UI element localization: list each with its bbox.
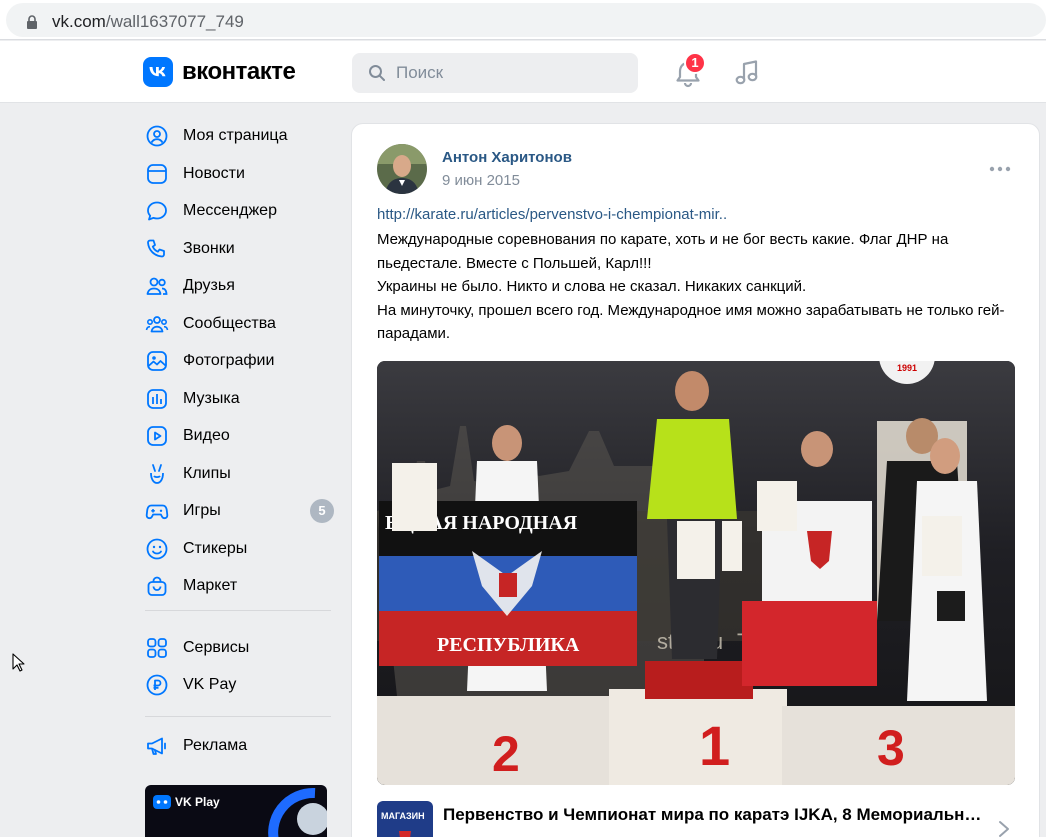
- avatar-image: [377, 144, 427, 194]
- podium-number-3: 3: [877, 720, 905, 776]
- post-text: Международные соревнования по карате, хо…: [377, 231, 1005, 342]
- post-date[interactable]: 9 июн 2015: [442, 172, 520, 189]
- author-avatar[interactable]: [377, 144, 427, 194]
- podium-number-1: 1: [699, 714, 730, 777]
- sidebar-item-label: Игры: [183, 502, 221, 519]
- sidebar-divider: [145, 610, 331, 611]
- url-path: /wall1637077_749: [105, 12, 244, 31]
- chevron-right-icon: [999, 821, 1009, 837]
- friends-icon: [146, 277, 168, 295]
- url-text: vk.com/wall1637077_749: [52, 12, 244, 32]
- photo-icon: [147, 351, 167, 371]
- sidebar-item-label: Фотографии: [183, 352, 275, 369]
- badge-year: 1991: [897, 363, 917, 373]
- sidebar-item-games[interactable]: Игры 5: [145, 493, 345, 527]
- promo-label: VK Play: [175, 795, 220, 809]
- promo-graphic: [268, 787, 327, 837]
- podium-number-2: 2: [492, 726, 520, 782]
- sidebar-item-services[interactable]: Сервисы: [145, 630, 345, 664]
- attachment-link[interactable]: МАГАЗИН Первенство и Чемпионат мира по к…: [377, 799, 1017, 837]
- games-count-badge: 5: [310, 499, 334, 523]
- phone-icon: [147, 239, 165, 258]
- services-icon: [147, 638, 167, 658]
- post-photo[interactable]: stanbu TU 1991 2 1 3 ЕЦКАЯ НАРОДНАЯ: [377, 361, 1015, 785]
- search-box[interactable]: [352, 53, 638, 93]
- attachment-thumb-text: МАГАЗИН: [381, 811, 425, 821]
- gamepad-icon: [153, 795, 171, 809]
- sidebar-item-my-page[interactable]: Моя страница: [145, 118, 345, 152]
- post-card: Антон Харитонов 9 июн 2015 http://karate…: [351, 123, 1040, 837]
- sidebar-item-label: Моя страница: [183, 127, 288, 144]
- notifications-badge: 1: [684, 52, 706, 74]
- attachment-thumbnail: МАГАЗИН: [377, 801, 433, 837]
- market-icon: [147, 576, 167, 596]
- sidebar-item-label: Реклама: [183, 737, 248, 754]
- clips-icon: [150, 464, 164, 484]
- sidebar-item-music[interactable]: Музыка: [145, 381, 345, 415]
- sidebar-item-video[interactable]: Видео: [145, 418, 345, 452]
- vk-logo-icon[interactable]: [143, 57, 173, 87]
- sidebar-item-label: Мессенджер: [183, 202, 277, 219]
- flag-text-bottom: РЕСПУБЛИКА: [437, 634, 580, 656]
- sidebar-divider: [145, 716, 331, 717]
- sidebar-item-clips[interactable]: Клипы: [145, 456, 345, 490]
- post-external-link[interactable]: http://karate.ru/articles/pervenstvo-i-c…: [377, 206, 727, 223]
- sidebar-item-market[interactable]: Маркет: [145, 568, 345, 602]
- sidebar-item-photos[interactable]: Фотографии: [145, 343, 345, 377]
- url-field[interactable]: vk.com/wall1637077_749: [6, 3, 1046, 37]
- music-icon: [147, 389, 167, 409]
- sidebar-item-label: Видео: [183, 427, 230, 444]
- sidebar-item-news[interactable]: Новости: [145, 156, 345, 190]
- sidebar-item-communities[interactable]: Сообщества: [145, 306, 345, 340]
- megaphone-icon: [147, 737, 166, 755]
- sidebar-item-label: Сообщества: [183, 315, 276, 332]
- sidebar-item-label: Сервисы: [183, 639, 250, 656]
- sidebar-item-label: Клипы: [183, 465, 231, 482]
- vk-play-promo[interactable]: VK Play: [145, 785, 327, 837]
- news-icon: [147, 164, 167, 184]
- smile-icon: [146, 538, 168, 560]
- sidebar-item-label: Маркет: [183, 577, 238, 594]
- search-input[interactable]: [396, 63, 626, 83]
- sidebar-item-vk-pay[interactable]: VK Pay: [145, 667, 345, 701]
- attachment-title: Первенство и Чемпионат мира по каратэ IJ…: [443, 805, 993, 824]
- sidebar-item-friends[interactable]: Друзья: [145, 268, 345, 302]
- sidebar-item-label: Новости: [183, 165, 245, 182]
- video-icon: [147, 426, 167, 446]
- sidebar-item-label: Стикеры: [183, 540, 248, 557]
- sidebar-item-calls[interactable]: Звонки: [145, 231, 345, 265]
- vkpay-icon: [146, 674, 168, 696]
- user-circle-icon: [146, 125, 168, 147]
- lock-icon: [27, 15, 37, 29]
- browser-address-bar: vk.com/wall1637077_749: [0, 0, 1046, 40]
- mouse-cursor-icon: [12, 653, 25, 672]
- sidebar-item-ads[interactable]: Реклама: [145, 728, 345, 762]
- shop-glyph: [399, 831, 411, 837]
- sidebar-item-stickers[interactable]: Стикеры: [145, 531, 345, 565]
- sidebar-item-messenger[interactable]: Мессенджер: [145, 193, 345, 227]
- games-icon: [145, 504, 169, 520]
- author-name[interactable]: Антон Харитонов: [442, 149, 572, 166]
- sidebar-item-label: Друзья: [183, 277, 235, 294]
- podium-photo: stanbu TU 1991 2 1 3 ЕЦКАЯ НАРОДНАЯ: [377, 361, 1015, 785]
- sidebar-item-label: Звонки: [183, 240, 235, 257]
- more-options-icon[interactable]: [988, 162, 1012, 176]
- sidebar-item-label: Музыка: [183, 390, 240, 407]
- search-icon: [369, 65, 385, 81]
- message-icon: [147, 201, 167, 221]
- music-note-icon[interactable]: [733, 58, 763, 88]
- sidebar-item-label: VK Pay: [183, 676, 237, 693]
- url-domain: vk.com: [52, 12, 106, 31]
- vk-header: вконтакте 1: [0, 41, 1046, 103]
- vk-logo-text[interactable]: вконтакте: [182, 58, 296, 86]
- communities-icon: [145, 316, 169, 333]
